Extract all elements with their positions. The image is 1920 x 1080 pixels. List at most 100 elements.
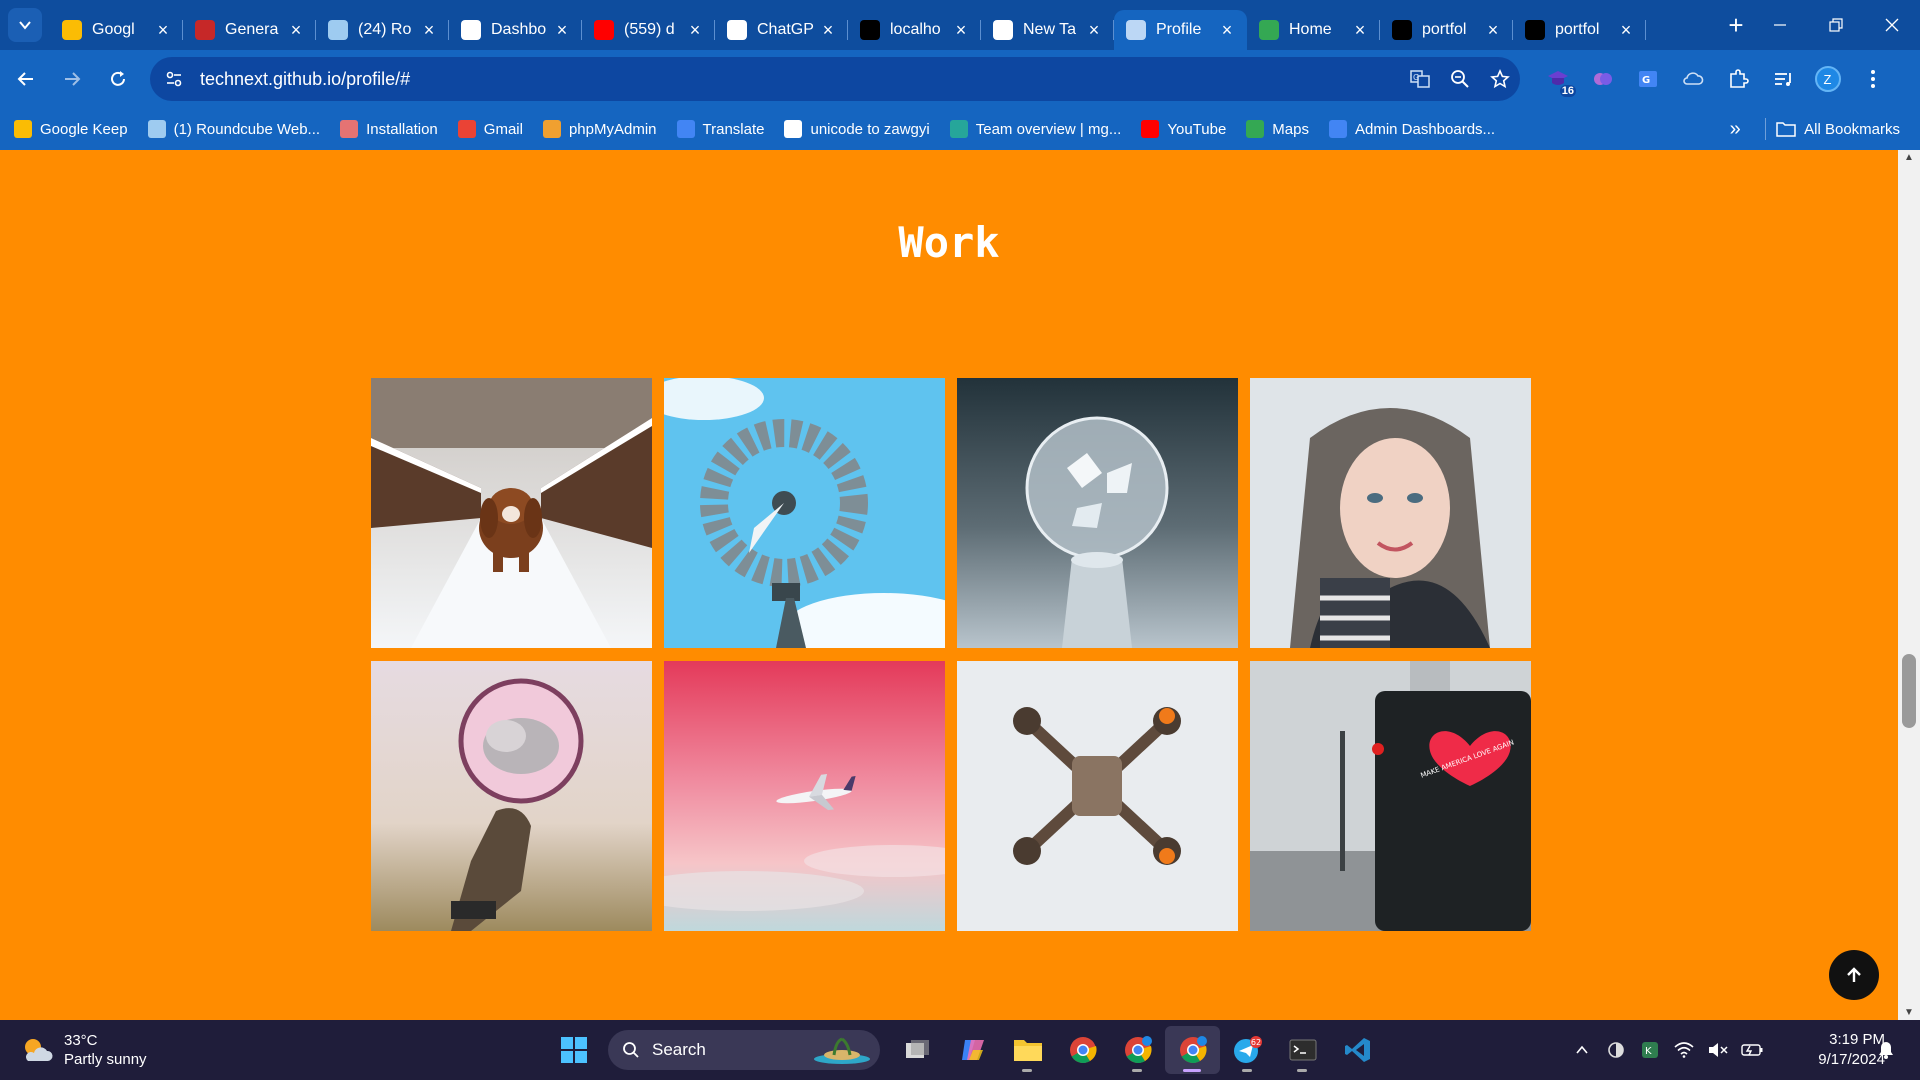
browser-tab[interactable]: portfol × xyxy=(1513,10,1646,50)
media-control-icon[interactable] xyxy=(1760,59,1805,99)
back-button[interactable] xyxy=(6,59,46,99)
browser-tab[interactable]: localho × xyxy=(848,10,981,50)
bookmarks-overflow-button[interactable]: » xyxy=(1715,118,1755,141)
forward-button[interactable] xyxy=(52,59,92,99)
scroll-to-top-button[interactable] xyxy=(1829,950,1879,1000)
browser-tab[interactable]: Profile × xyxy=(1114,10,1247,50)
bookmark-item[interactable]: Installation xyxy=(330,113,448,145)
bookmark-item[interactable]: Translate xyxy=(667,113,775,145)
crystal-ball-image xyxy=(957,378,1238,648)
minimize-button[interactable] xyxy=(1752,0,1808,50)
scroll-up-arrow[interactable]: ▲ xyxy=(1898,152,1920,163)
chrome-button[interactable] xyxy=(1055,1026,1110,1074)
browser-tab[interactable]: Home × xyxy=(1247,10,1380,50)
speaker-muted-icon[interactable] xyxy=(1703,1042,1733,1058)
bookmark-item[interactable]: Gmail xyxy=(448,113,533,145)
browser-tab[interactable]: (559) d × xyxy=(582,10,715,50)
extension-cloud-icon[interactable] xyxy=(1670,59,1715,99)
taskbar-clock[interactable]: 3:19 PM 9/17/2024 xyxy=(1790,1030,1885,1070)
tab-close-icon[interactable]: × xyxy=(951,20,971,41)
bookmark-item[interactable]: (1) Roundcube Web... xyxy=(138,113,330,145)
chrome-profile-z-button[interactable] xyxy=(1110,1026,1165,1074)
gallery-item-drone-top-view[interactable] xyxy=(957,661,1238,931)
taskbar-search[interactable]: Search xyxy=(608,1030,880,1070)
bookmark-star-icon[interactable] xyxy=(1480,59,1520,99)
browser-tab[interactable]: portfol × xyxy=(1380,10,1513,50)
zoom-icon[interactable] xyxy=(1440,59,1480,99)
translate-page-icon[interactable]: G xyxy=(1400,59,1440,99)
terminal-button[interactable] xyxy=(1275,1026,1330,1074)
gallery-item-puppy-in-snow[interactable] xyxy=(371,378,652,648)
browser-tab[interactable]: Genera × xyxy=(183,10,316,50)
tab-close-icon[interactable]: × xyxy=(1350,20,1370,41)
extension-brain-icon[interactable] xyxy=(1580,59,1625,99)
tab-close-icon[interactable]: × xyxy=(153,20,173,41)
gallery-item-woman-portrait[interactable] xyxy=(1250,378,1531,648)
bookmark-item[interactable]: unicode to zawgyi xyxy=(774,113,939,145)
tray-green-app-icon[interactable]: K xyxy=(1635,1041,1665,1059)
bookmark-item[interactable]: Google Keep xyxy=(4,113,138,145)
restore-button[interactable] xyxy=(1808,0,1864,50)
profile-avatar[interactable]: Z xyxy=(1805,59,1850,99)
notifications-bell-icon[interactable] xyxy=(1874,1038,1898,1062)
gallery-item-windmill-sky[interactable] xyxy=(664,378,945,648)
site-info-icon[interactable] xyxy=(156,61,192,97)
page-scrollbar[interactable]: ▲ ▼ xyxy=(1898,150,1920,1020)
tab-close-icon[interactable]: × xyxy=(685,20,705,41)
start-button[interactable] xyxy=(550,1026,598,1074)
tab-close-icon[interactable]: × xyxy=(1084,20,1104,41)
gallery-item-crystal-ball[interactable] xyxy=(957,378,1238,648)
scrollbar-thumb[interactable] xyxy=(1902,654,1916,728)
tab-close-icon[interactable]: × xyxy=(419,20,439,41)
weather-widget[interactable]: 33°C Partly sunny xyxy=(20,1031,200,1069)
reload-button[interactable] xyxy=(98,59,138,99)
all-bookmarks-button[interactable]: All Bookmarks xyxy=(1776,121,1920,138)
browser-tab[interactable]: (24) Ro × xyxy=(316,10,449,50)
google-drive-icon xyxy=(1259,20,1279,40)
bookmark-item[interactable]: YouTube xyxy=(1131,113,1236,145)
chrome-icon xyxy=(1069,1037,1097,1064)
tab-title: (559) d xyxy=(624,21,675,38)
wifi-icon[interactable] xyxy=(1669,1042,1699,1058)
browser-tab[interactable]: ChatGP × xyxy=(715,10,848,50)
menu-kebab-icon[interactable] xyxy=(1850,59,1895,99)
tab-close-icon[interactable]: × xyxy=(286,20,306,41)
telegram-button[interactable]: 62 xyxy=(1220,1026,1275,1074)
gallery-item-hand-mirror-clouds[interactable] xyxy=(371,661,652,931)
battery-icon[interactable] xyxy=(1737,1043,1767,1057)
file-explorer-button[interactable] xyxy=(1000,1026,1055,1074)
tray-overflow-chevron-icon[interactable] xyxy=(1567,1043,1597,1057)
bookmark-item[interactable]: Team overview | mg... xyxy=(940,113,1132,145)
browser-tab[interactable]: Dashbo × xyxy=(449,10,582,50)
scroll-down-arrow[interactable]: ▼ xyxy=(1898,1007,1920,1018)
gmail-icon xyxy=(457,120,476,138)
close-window-button[interactable] xyxy=(1864,0,1920,50)
copilot-button[interactable] xyxy=(945,1026,1000,1074)
tab-close-icon[interactable]: × xyxy=(1483,20,1503,41)
tab-close-icon[interactable]: × xyxy=(552,20,572,41)
new-tab-button[interactable]: + xyxy=(1720,9,1752,41)
tab-close-icon[interactable]: × xyxy=(1217,20,1237,41)
tab-close-icon[interactable]: × xyxy=(1616,20,1636,41)
terminal-icon xyxy=(1289,1039,1316,1061)
tab-close-icon[interactable]: × xyxy=(818,20,838,41)
browser-tab[interactable]: Googl × xyxy=(50,10,183,50)
vscode-button[interactable] xyxy=(1330,1026,1385,1074)
extensions-puzzle-icon[interactable] xyxy=(1715,59,1760,99)
extension-graduation-icon[interactable]: 16 xyxy=(1535,59,1580,99)
tab-search-button[interactable] xyxy=(8,8,42,42)
gallery-item-airplane-pink-sky[interactable] xyxy=(664,661,945,931)
tab-title: localho xyxy=(890,21,941,38)
bookmark-item[interactable]: Maps xyxy=(1236,113,1319,145)
bookmark-item[interactable]: Admin Dashboards... xyxy=(1319,113,1505,145)
browser-tab[interactable]: New Ta × xyxy=(981,10,1114,50)
task-view-button[interactable] xyxy=(890,1026,945,1074)
gallery-item-heart-sticker-post[interactable]: MAKE AMERICA LOVE AGAIN xyxy=(1250,661,1531,931)
tray-app-icon[interactable] xyxy=(1601,1041,1631,1059)
chrome-active-button[interactable] xyxy=(1165,1026,1220,1074)
windows-icon xyxy=(561,1037,587,1063)
address-bar[interactable]: technext.github.io/profile/# G xyxy=(150,57,1520,101)
extension-translate-icon[interactable]: G xyxy=(1625,59,1670,99)
bookmark-item[interactable]: phpMyAdmin xyxy=(533,113,667,145)
url-text[interactable]: technext.github.io/profile/# xyxy=(200,69,1400,90)
